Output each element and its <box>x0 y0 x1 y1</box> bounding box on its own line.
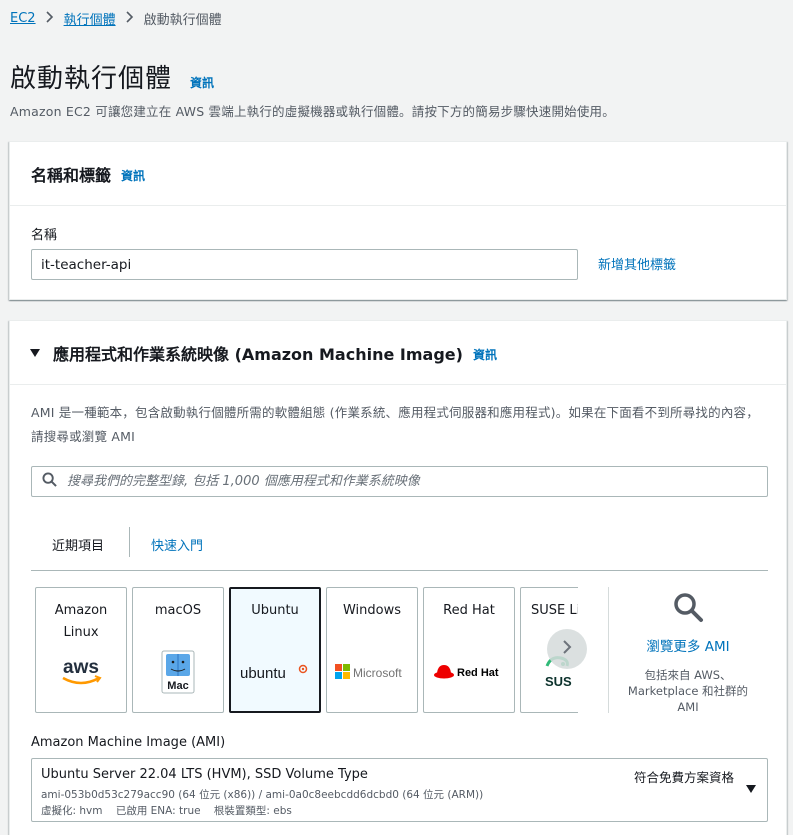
ami-selected-meta: 虛擬化: hvm 已啟用 ENA: true 根裝置類型: ebs <box>41 805 292 817</box>
page-info-link[interactable]: 資訊 <box>190 74 214 91</box>
breadcrumb: EC2 執行個體 啟動執行個體 <box>10 9 222 28</box>
page-description: Amazon EC2 可讓您建立在 AWS 雲端上執行的虛擬機器或執行個體。請按… <box>10 104 615 119</box>
os-tile-ubuntu[interactable]: Ubuntu ubuntu <box>229 587 321 713</box>
ami-select[interactable]: Ubuntu Server 22.04 LTS (HVM), SSD Volum… <box>31 758 768 822</box>
browse-more-ami[interactable]: 瀏覽更多 AMI 包括來自 AWS、Marketplace 和社群的 AMI <box>616 591 760 715</box>
os-tile-red-hat[interactable]: Red Hat Red Hat <box>423 587 515 713</box>
search-icon <box>672 593 704 627</box>
ami-info-link[interactable]: 資訊 <box>473 346 497 363</box>
caret-down-icon[interactable] <box>30 348 40 357</box>
ami-search-box[interactable] <box>31 466 768 497</box>
os-tile-macos[interactable]: macOS Mac <box>132 587 224 713</box>
ami-select-label: Amazon Machine Image (AMI) <box>31 735 226 750</box>
tab-quick-start[interactable]: 快速入門 <box>129 518 229 570</box>
os-tile-label: Windows <box>342 603 402 618</box>
ubuntu-logo-text: ubuntu <box>240 665 286 682</box>
breadcrumb-instances-link[interactable]: 執行個體 <box>64 9 116 28</box>
os-tile-amazon-linux[interactable]: Amazon Linux aws <box>35 587 127 713</box>
caret-down-icon[interactable] <box>746 785 756 793</box>
search-icon <box>42 472 57 491</box>
browse-more-ami-description: 包括來自 AWS、Marketplace 和社群的 AMI <box>627 668 749 714</box>
os-tile-label: SUSE Li <box>531 603 578 618</box>
page-title: 啟動執行個體 <box>10 64 173 94</box>
ami-selected-ids: ami-053b0d53c279acc90 (64 位元 (x86)) / am… <box>41 789 484 801</box>
ami-selected-name: Ubuntu Server 22.04 LTS (HVM), SSD Volum… <box>41 767 368 782</box>
carousel-next-button[interactable] <box>547 629 587 669</box>
ami-description: AMI 是一種範本，包含啟動執行個體所需的軟體組態 (作業系統、應用程式伺服器和… <box>31 405 759 444</box>
os-tiles-carousel: Amazon Linux aws macOS Mac Ubuntu ubuntu… <box>35 587 578 714</box>
os-tile-label: Ubuntu <box>251 603 299 618</box>
name-and-tags-panel: 名稱和標籤 資訊 名稱 新增其他標籤 <box>9 141 787 300</box>
ami-heading: 應用程式和作業系統映像 (Amazon Machine Image) <box>53 344 463 364</box>
os-tile-label: Red Hat <box>443 603 495 618</box>
microsoft-logo-text: Microsoft <box>353 666 402 680</box>
ami-panel: 應用程式和作業系統映像 (Amazon Machine Image) 資訊 AM… <box>9 320 787 835</box>
os-tile-label: Amazon Linux <box>54 603 108 640</box>
suse-logo-text: SUS <box>545 674 572 689</box>
redhat-logo-text: Red Hat <box>457 667 499 679</box>
aws-logo-text: aws <box>63 657 99 678</box>
os-tile-windows[interactable]: Windows Microsoft <box>326 587 418 713</box>
mac-logo-text: Mac <box>167 680 188 692</box>
name-and-tags-header: 名稱和標籤 資訊 <box>10 142 786 206</box>
name-and-tags-info-link[interactable]: 資訊 <box>121 167 145 184</box>
chevron-right-icon <box>126 10 134 27</box>
mac-finder-icon: Mac <box>133 650 223 694</box>
redhat-logo-icon: Red Hat <box>424 650 514 694</box>
breadcrumb-current: 啟動執行個體 <box>143 13 222 28</box>
microsoft-logo-icon: Microsoft <box>327 650 417 694</box>
chevron-right-icon <box>45 10 54 27</box>
chevron-right-icon <box>562 639 572 659</box>
tab-recents[interactable]: 近期項目 <box>31 518 129 570</box>
free-tier-eligible-badge: 符合免費方案資格 <box>633 770 734 785</box>
name-input[interactable] <box>31 249 578 280</box>
name-field-label: 名稱 <box>31 228 58 243</box>
browse-more-ami-link[interactable]: 瀏覽更多 AMI <box>616 635 760 655</box>
ubuntu-logo-icon: ubuntu <box>231 651 319 695</box>
os-tile-label: macOS <box>154 603 202 618</box>
name-and-tags-heading: 名稱和標籤 <box>31 165 112 185</box>
tiles-divider <box>608 587 609 713</box>
ami-panel-header[interactable]: 應用程式和作業系統映像 (Amazon Machine Image) 資訊 <box>10 321 786 385</box>
aws-logo-icon: aws <box>36 650 126 694</box>
add-additional-tags-link[interactable]: 新增其他標籤 <box>598 254 676 273</box>
breadcrumb-ec2-link[interactable]: EC2 <box>10 11 36 26</box>
ami-tabs: 近期項目 快速入門 <box>31 518 768 571</box>
ami-search-input[interactable] <box>67 474 747 489</box>
